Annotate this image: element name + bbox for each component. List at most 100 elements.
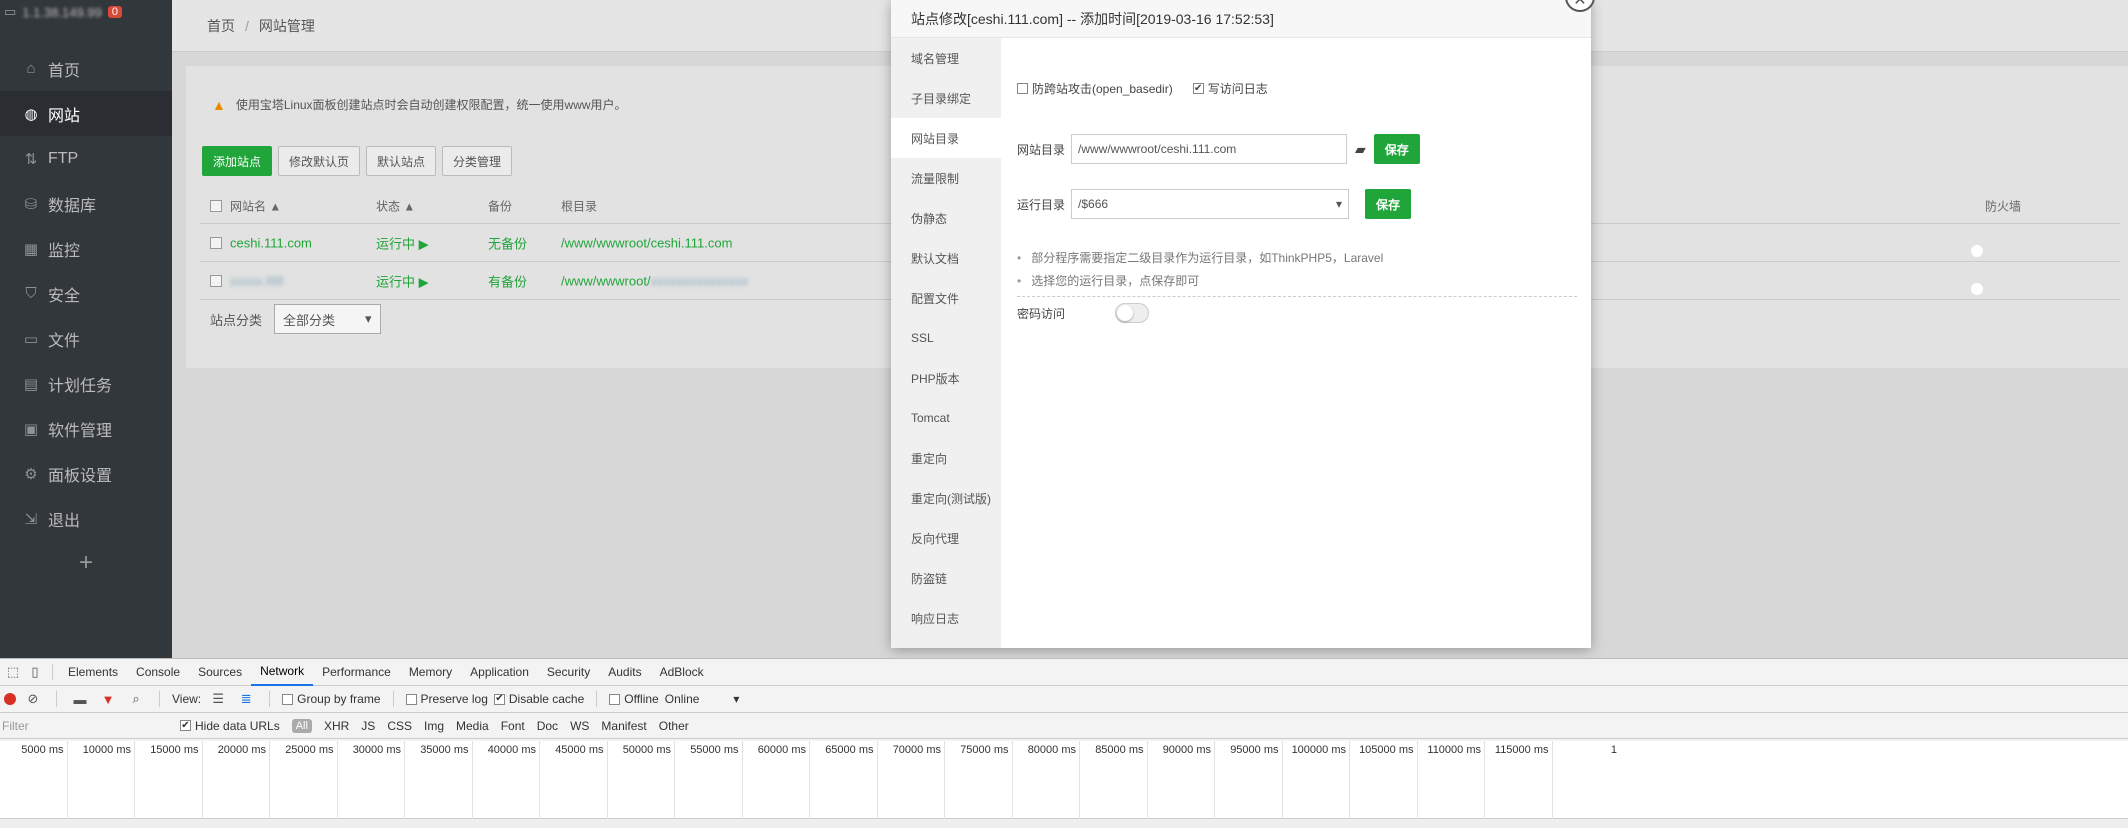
checkbox-box[interactable] xyxy=(405,693,417,705)
run-dir-save-button[interactable]: 保存 xyxy=(1365,189,1412,219)
site-dir-input[interactable]: /www/wwwroot/ceshi.111.com xyxy=(1071,134,1348,164)
add-site-button[interactable]: 添加站点 xyxy=(202,146,273,176)
record-icon[interactable] xyxy=(4,693,16,705)
resource-type-filter[interactable]: Font xyxy=(501,719,525,733)
modal-tab[interactable]: 网站目录 xyxy=(891,118,1001,158)
modal-tab[interactable]: 响应日志 xyxy=(891,598,1001,638)
devtools-tab[interactable]: Performance xyxy=(313,659,400,686)
modal-tab[interactable]: 重定向(测试版) xyxy=(891,478,1001,518)
header-name[interactable]: 网站名 ▲ xyxy=(230,197,281,214)
resource-type-filter[interactable]: WS xyxy=(570,719,589,733)
header-status[interactable]: 状态 ▲ xyxy=(376,197,415,214)
sidebar-item-10[interactable]: ⇲ 退出 xyxy=(0,496,172,541)
camera-icon[interactable]: ▬ xyxy=(69,692,91,707)
breadcrumb-home[interactable]: 首页 xyxy=(207,16,235,36)
site-root-link[interactable]: /www/wwwroot/ceshi.111.com xyxy=(561,235,732,250)
modal-tab[interactable]: 防盗链 xyxy=(891,558,1001,598)
row-checkbox[interactable] xyxy=(210,274,222,287)
resource-type-filter[interactable]: XHR xyxy=(324,719,349,733)
category-select[interactable]: 全部分类 ▾ xyxy=(274,304,381,334)
checkbox-box[interactable] xyxy=(609,693,621,705)
site-dir-save-button[interactable]: 保存 xyxy=(1373,134,1420,164)
modal-tab[interactable]: Tomcat xyxy=(891,398,1001,438)
access-log-checkbox[interactable]: ✔ 写访问日志 xyxy=(1192,80,1268,97)
devtools-tab[interactable]: AdBlock xyxy=(651,659,713,686)
sidebar-item-8[interactable]: ▣ 软件管理 xyxy=(0,406,172,451)
modal-tab[interactable]: 默认文档 xyxy=(891,238,1001,278)
inspect-icon[interactable]: ⬚ xyxy=(2,664,24,680)
modal-tab[interactable]: 域名管理 xyxy=(891,38,1001,78)
notification-badge[interactable]: 0 xyxy=(107,6,122,18)
sidebar-item-7[interactable]: ▤ 计划任务 xyxy=(0,361,172,406)
devtools-tab[interactable]: Memory xyxy=(400,659,461,686)
sidebar-item-6[interactable]: ▭ 文件 xyxy=(0,316,172,361)
run-dir-select[interactable]: /$666 ▾ xyxy=(1071,189,1350,219)
modal-tab[interactable]: 重定向 xyxy=(891,438,1001,478)
resource-type-filter[interactable]: Manifest xyxy=(601,719,646,733)
clear-icon[interactable]: ⊘ xyxy=(22,691,44,707)
sidebar-item-1[interactable]: ◍ 网站 xyxy=(0,91,172,136)
default-site-button[interactable]: 默认站点 xyxy=(366,146,437,176)
sidebar-item-2[interactable]: ⇅ FTP xyxy=(0,136,172,181)
row-checkbox[interactable] xyxy=(210,236,222,249)
site-status[interactable]: 运行中 ▶ xyxy=(376,271,429,290)
devtools-tab[interactable]: Sources xyxy=(189,659,251,686)
device-toggle-icon[interactable]: ▯ xyxy=(24,664,46,680)
check-icon[interactable]: ✔ xyxy=(1192,83,1204,94)
sidebar-item-9[interactable]: ⚙ 面板设置 xyxy=(0,451,172,496)
devtools-tab[interactable]: Security xyxy=(538,659,599,686)
resource-type-filter[interactable]: CSS xyxy=(387,719,412,733)
modal-tab[interactable]: 流量限制 xyxy=(891,158,1001,198)
resource-type-filter[interactable]: Img xyxy=(424,719,444,733)
resource-type-filter[interactable]: Other xyxy=(659,719,689,733)
password-access-toggle[interactable] xyxy=(1115,303,1150,323)
site-name-link[interactable]: ceshi.111.com xyxy=(230,235,312,250)
sidebar-item-5[interactable]: ⛉ 安全 xyxy=(0,271,172,316)
check-icon[interactable]: ✔ xyxy=(493,693,505,705)
devtools-tab[interactable]: Network xyxy=(251,659,314,686)
resource-type-filter[interactable]: All xyxy=(291,718,312,733)
edit-default-page-button[interactable]: 修改默认页 xyxy=(278,146,361,176)
site-root-link[interactable]: /www/wwwroot/xxxxxxxxxxxxxxx xyxy=(561,273,748,288)
devtools-tab[interactable]: Audits xyxy=(599,659,650,686)
sidebar-item-0[interactable]: ⌂ 首页 xyxy=(0,46,172,91)
filter-input[interactable]: Filter xyxy=(0,716,168,736)
list-view-icon[interactable]: ☰ xyxy=(207,691,229,707)
site-backup[interactable]: 无备份 xyxy=(488,233,527,252)
throttling-select[interactable]: Online ▾ xyxy=(665,692,740,706)
site-backup[interactable]: 有备份 xyxy=(488,271,527,290)
folder-open-icon[interactable]: ▰ xyxy=(1355,141,1366,158)
disable-cache-checkbox[interactable]: ✔ Disable cache xyxy=(493,692,584,706)
sidebar-item-4[interactable]: ▦ 监控 xyxy=(0,226,172,271)
modal-tab[interactable]: 反向代理 xyxy=(891,518,1001,558)
network-timeline[interactable]: 5000 ms 10000 ms 15000 ms 20000 ms 25000 ms 3… xyxy=(0,741,2128,819)
select-all-checkbox[interactable] xyxy=(210,199,222,212)
resource-type-filter[interactable]: JS xyxy=(361,719,375,733)
checkbox-box[interactable] xyxy=(1017,83,1028,94)
resource-type-filter[interactable]: Doc xyxy=(537,719,558,733)
check-icon[interactable]: ✔ xyxy=(180,720,191,731)
hide-data-urls-checkbox[interactable]: ✔ Hide data URLs xyxy=(180,719,280,733)
preserve-log-checkbox[interactable]: Preserve log xyxy=(405,692,488,706)
devtools-tab[interactable]: Console xyxy=(127,659,189,686)
group-by-frame-checkbox[interactable]: Group by frame xyxy=(282,692,381,706)
add-icon[interactable]: + xyxy=(0,549,172,577)
resource-type-filter[interactable]: Media xyxy=(456,719,489,733)
site-status[interactable]: 运行中 ▶ xyxy=(376,233,429,252)
modal-tab[interactable]: 子目录绑定 xyxy=(891,78,1001,118)
filter-icon[interactable]: ▼ xyxy=(97,692,119,707)
offline-checkbox[interactable]: Offline xyxy=(609,692,659,706)
waterfall-view-icon[interactable]: ≣ xyxy=(235,691,257,707)
devtools-tab[interactable]: Application xyxy=(461,659,538,686)
modal-tab[interactable]: SSL xyxy=(891,318,1001,358)
devtools-tab[interactable]: Elements xyxy=(59,659,127,686)
sidebar-item-3[interactable]: ⛁ 数据库 xyxy=(0,181,172,226)
modal-tab[interactable]: PHP版本 xyxy=(891,358,1001,398)
search-icon[interactable]: ⌕ xyxy=(125,691,147,707)
open-basedir-checkbox[interactable]: 防跨站攻击(open_basedir) xyxy=(1017,80,1173,97)
site-name-link[interactable]: xxxxx.l98 xyxy=(230,273,283,288)
modal-tab[interactable]: 伪静态 xyxy=(891,198,1001,238)
modal-tab[interactable]: 配置文件 xyxy=(891,278,1001,318)
checkbox-box[interactable] xyxy=(282,693,294,705)
category-manage-button[interactable]: 分类管理 xyxy=(442,146,513,176)
